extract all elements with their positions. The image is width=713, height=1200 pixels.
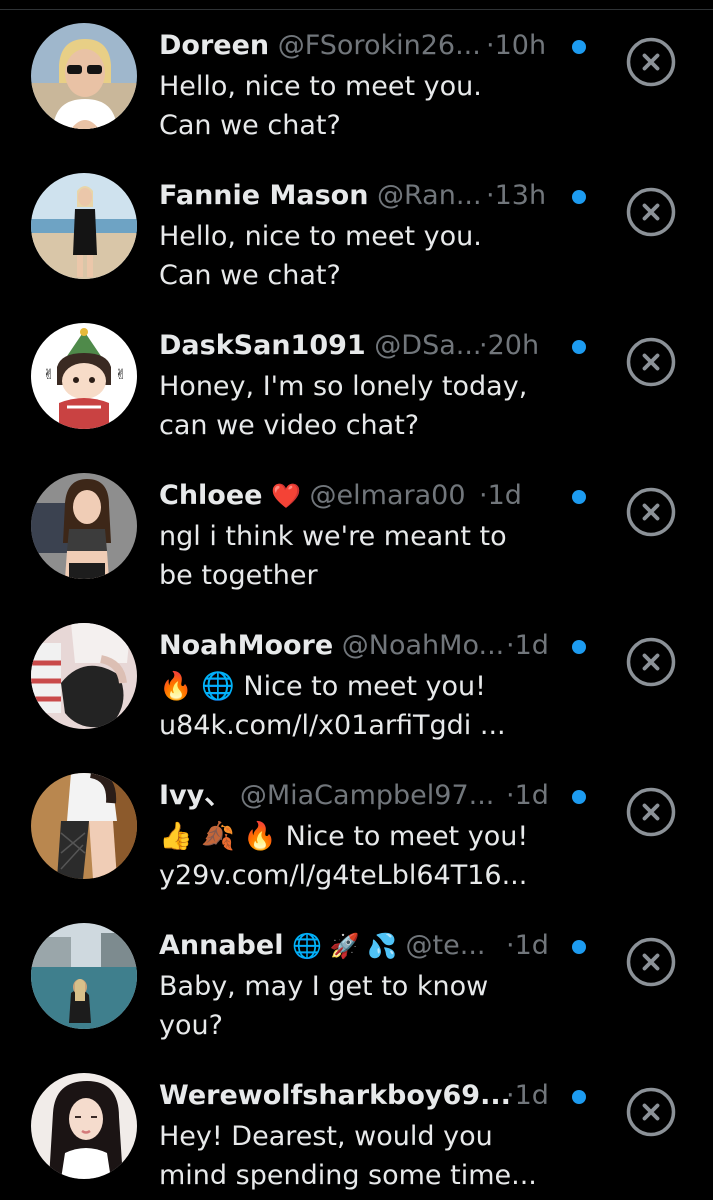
request-header: DaskSan1091 @DSa... ·20h bbox=[159, 328, 609, 364]
sender-name: Chloee bbox=[159, 480, 263, 511]
sender-handle: @NoahMo... bbox=[341, 630, 505, 661]
close-circle-x-icon bbox=[626, 637, 676, 687]
message-request-row[interactable]: Werewolfsharkboy69... ·1d Hey! Dearest, … bbox=[0, 1050, 713, 1200]
message-line: 👍 🍂 🔥 Nice to meet you! bbox=[159, 821, 529, 852]
message-preview: Hello, nice to meet you. Can we chat? bbox=[159, 217, 589, 295]
sender-handle: @DSa... bbox=[374, 330, 482, 361]
message-preview: ngl i think we're meant to be together bbox=[159, 517, 589, 595]
unread-dot-icon bbox=[572, 40, 586, 54]
sender-handle: @Ran... bbox=[377, 180, 482, 211]
message-request-row[interactable]: ✌ ✌ DaskSan1091 @DSa... ·20h Honey, I'm … bbox=[0, 300, 713, 450]
message-preview: 👍 🍂 🔥 Nice to meet you! y29v.com/l/g4teL… bbox=[159, 817, 589, 895]
timestamp: ·10h bbox=[486, 30, 547, 61]
close-circle-x-icon bbox=[626, 337, 676, 387]
timestamp: ·1d bbox=[506, 630, 549, 661]
unread-dot-icon bbox=[572, 790, 586, 804]
message-line: Hello, nice to meet you. bbox=[159, 221, 482, 252]
dismiss-button[interactable] bbox=[626, 487, 676, 537]
message-line: u84k.com/l/x01arfiTgdi ... bbox=[159, 710, 506, 741]
unread-dot-icon bbox=[572, 340, 586, 354]
message-line: Baby, may I get to know bbox=[159, 971, 489, 1002]
message-request-row[interactable]: Fannie Mason @Ran... ·13h Hello, nice to… bbox=[0, 150, 713, 300]
avatar[interactable] bbox=[31, 1073, 137, 1179]
message-preview: Hello, nice to meet you. Can we chat? bbox=[159, 67, 589, 145]
sender-handle: @MiaCampbel97... bbox=[239, 780, 495, 811]
sender-name: Annabel bbox=[159, 930, 284, 961]
close-circle-x-icon bbox=[626, 487, 676, 537]
unread-dot-icon bbox=[572, 640, 586, 654]
request-header: Chloee ❤️ @elmara00 ·1d bbox=[159, 478, 609, 514]
sender-name: NoahMoore bbox=[159, 630, 334, 661]
sender-name: Ivy、 bbox=[159, 780, 232, 811]
message-request-row[interactable]: Doreen @FSorokin26... ·10h Hello, nice t… bbox=[0, 0, 713, 150]
unread-dot-icon bbox=[572, 1090, 586, 1104]
request-header: Fannie Mason @Ran... ·13h bbox=[159, 178, 609, 214]
dismiss-button[interactable] bbox=[626, 1087, 676, 1137]
svg-text:✌: ✌ bbox=[43, 367, 55, 383]
dismiss-button[interactable] bbox=[626, 937, 676, 987]
message-request-row[interactable]: Ivy、 @MiaCampbel97... ·1d 👍 🍂 🔥 Nice to … bbox=[0, 750, 713, 900]
unread-dot-icon bbox=[572, 940, 586, 954]
sender-handle: @te... bbox=[405, 930, 486, 961]
timestamp: ·1d bbox=[506, 1080, 549, 1111]
unread-dot-icon bbox=[572, 190, 586, 204]
message-line: be together bbox=[159, 560, 318, 591]
avatar[interactable] bbox=[31, 923, 137, 1029]
sender-name: Doreen bbox=[159, 30, 270, 61]
message-line: y29v.com/l/g4teLbl64T16... bbox=[159, 860, 528, 891]
message-line: 🔥 🌐 Nice to meet you! bbox=[159, 671, 486, 702]
close-circle-x-icon bbox=[626, 937, 676, 987]
message-request-row[interactable]: NoahMoore @NoahMo... ·1d 🔥 🌐 Nice to mee… bbox=[0, 600, 713, 750]
close-circle-x-icon bbox=[626, 187, 676, 237]
timestamp: ·1d bbox=[479, 480, 522, 511]
sender-name: DaskSan1091 bbox=[159, 330, 366, 361]
avatar[interactable] bbox=[31, 623, 137, 729]
sender-handle: @elmara00 bbox=[309, 480, 466, 511]
avatar[interactable] bbox=[31, 23, 137, 129]
avatar[interactable] bbox=[31, 773, 137, 879]
dismiss-button[interactable] bbox=[626, 337, 676, 387]
message-preview: Hey! Dearest, would you mind spending so… bbox=[159, 1117, 589, 1195]
message-line: ngl i think we're meant to bbox=[159, 521, 507, 552]
message-request-row[interactable]: Annabel 🌐 🚀 💦 @te... ·1d Baby, may I get… bbox=[0, 900, 713, 1050]
request-header: NoahMoore @NoahMo... ·1d bbox=[159, 628, 609, 664]
message-line: Honey, I'm so lonely today, bbox=[159, 371, 528, 402]
heart-emoji-icon: ❤️ bbox=[271, 482, 301, 510]
dismiss-button[interactable] bbox=[626, 637, 676, 687]
unread-dot-icon bbox=[572, 490, 586, 504]
avatar[interactable] bbox=[31, 473, 137, 579]
close-circle-x-icon bbox=[626, 37, 676, 87]
sender-name: Werewolfsharkboy69... bbox=[159, 1080, 511, 1111]
dismiss-button[interactable] bbox=[626, 37, 676, 87]
sender-name: Fannie Mason bbox=[159, 180, 369, 211]
message-request-row[interactable]: Chloee ❤️ @elmara00 ·1d ngl i think we'r… bbox=[0, 450, 713, 600]
sender-handle: @FSorokin26... bbox=[277, 30, 481, 61]
message-preview: Baby, may I get to know you? bbox=[159, 967, 589, 1045]
timestamp: ·1d bbox=[506, 930, 549, 961]
close-circle-x-icon bbox=[626, 1087, 676, 1137]
message-line: mind spending some time... bbox=[159, 1160, 537, 1191]
message-line: can we video chat? bbox=[159, 410, 420, 441]
dismiss-button[interactable] bbox=[626, 787, 676, 837]
message-line: Can we chat? bbox=[159, 110, 341, 141]
message-preview: Honey, I'm so lonely today, can we video… bbox=[159, 367, 589, 445]
svg-text:✌: ✌ bbox=[115, 367, 127, 383]
message-line: Hey! Dearest, would you bbox=[159, 1121, 493, 1152]
avatar[interactable] bbox=[31, 173, 137, 279]
message-line: Can we chat? bbox=[159, 260, 341, 291]
request-header: Ivy、 @MiaCampbel97... ·1d bbox=[159, 778, 609, 814]
message-line: Hello, nice to meet you. bbox=[159, 71, 482, 102]
message-preview: 🔥 🌐 Nice to meet you! u84k.com/l/x01arfi… bbox=[159, 667, 589, 745]
message-line: you? bbox=[159, 1010, 223, 1041]
timestamp: ·20h bbox=[479, 330, 540, 361]
timestamp: ·1d bbox=[506, 780, 549, 811]
request-header: Werewolfsharkboy69... ·1d bbox=[159, 1078, 609, 1114]
request-header: Annabel 🌐 🚀 💦 @te... ·1d bbox=[159, 928, 609, 964]
close-circle-x-icon bbox=[626, 787, 676, 837]
avatar[interactable]: ✌ ✌ bbox=[31, 323, 137, 429]
timestamp: ·13h bbox=[486, 180, 547, 211]
globe-rocket-droplets-emoji-icons: 🌐 🚀 💦 bbox=[292, 932, 397, 960]
request-header: Doreen @FSorokin26... ·10h bbox=[159, 28, 609, 64]
dismiss-button[interactable] bbox=[626, 187, 676, 237]
